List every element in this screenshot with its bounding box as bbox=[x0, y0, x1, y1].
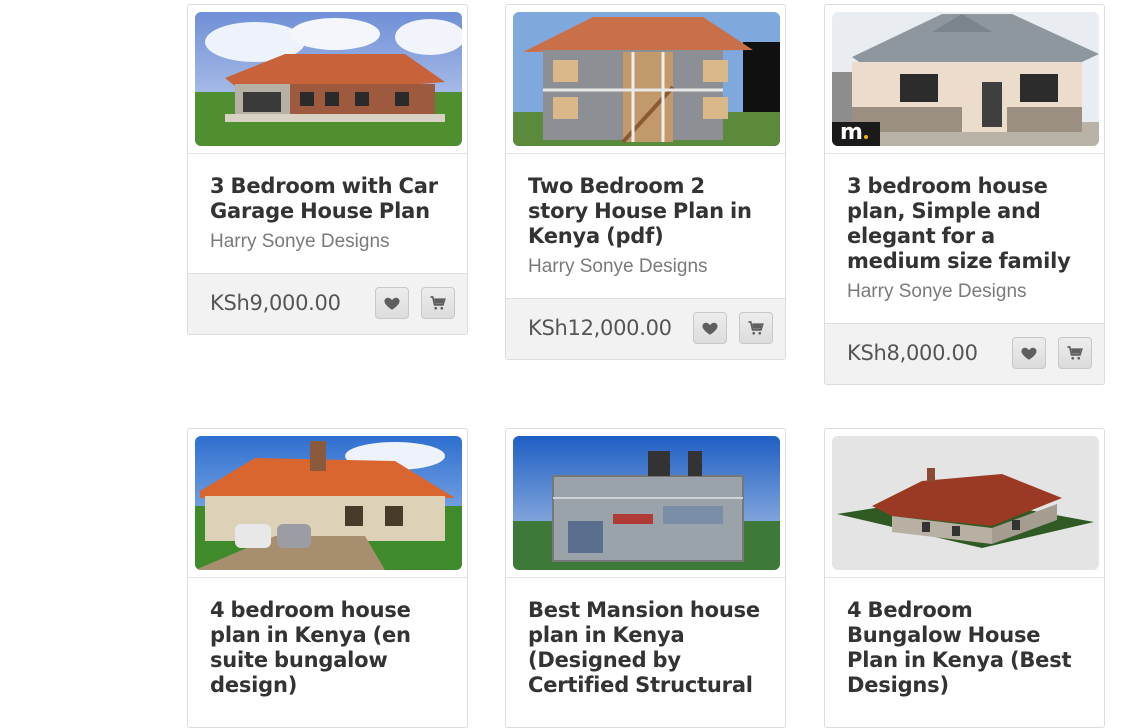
product-image[interactable] bbox=[832, 436, 1099, 570]
product-card[interactable]: 3 Bedroom with Car Garage House Plan Har… bbox=[187, 4, 468, 335]
product-footer: KSh9,000.00 bbox=[188, 273, 467, 334]
product-card[interactable]: Best Mansion house plan in Kenya (Design… bbox=[505, 428, 786, 728]
product-info: 3 Bedroom with Car Garage House Plan Har… bbox=[188, 154, 467, 273]
product-title[interactable]: 4 Bedroom Bungalow House Plan in Kenya (… bbox=[847, 598, 1082, 698]
product-title[interactable]: 3 Bedroom with Car Garage House Plan bbox=[210, 174, 445, 224]
product-image-wrap bbox=[506, 5, 785, 154]
add-to-cart-button[interactable] bbox=[1058, 337, 1092, 369]
cart-icon bbox=[430, 296, 446, 310]
product-card[interactable]: 4 Bedroom Bungalow House Plan in Kenya (… bbox=[824, 428, 1105, 728]
product-image[interactable] bbox=[513, 12, 780, 146]
product-vendor: Harry Sonye Designs bbox=[528, 256, 708, 277]
wishlist-button[interactable] bbox=[375, 287, 409, 319]
brand-badge-dot bbox=[863, 135, 868, 139]
product-image-wrap bbox=[188, 429, 467, 578]
product-vendor: Harry Sonye Designs bbox=[847, 281, 1027, 302]
heart-icon bbox=[702, 322, 718, 335]
cart-icon bbox=[1067, 346, 1083, 360]
add-to-cart-button[interactable] bbox=[421, 287, 455, 319]
product-price: KSh12,000.00 bbox=[528, 316, 672, 340]
add-to-cart-button[interactable] bbox=[739, 312, 773, 344]
product-title[interactable]: Two Bedroom 2 story House Plan in Kenya … bbox=[528, 174, 763, 249]
product-footer: KSh12,000.00 bbox=[506, 298, 785, 359]
product-footer: KSh8,000.00 bbox=[825, 323, 1104, 384]
product-card[interactable]: Two Bedroom 2 story House Plan in Kenya … bbox=[505, 4, 786, 360]
brand-badge-text: m bbox=[840, 120, 863, 145]
brand-badge: m bbox=[832, 122, 880, 146]
product-image[interactable] bbox=[195, 436, 462, 570]
product-price: KSh8,000.00 bbox=[847, 341, 978, 365]
product-image[interactable] bbox=[195, 12, 462, 146]
product-info: 3 bedroom house plan, Simple and elegant… bbox=[825, 154, 1104, 323]
product-info: 4 bedroom house plan in Kenya (en suite … bbox=[188, 578, 467, 718]
product-image-wrap: m bbox=[825, 5, 1104, 154]
heart-icon bbox=[384, 297, 400, 310]
wishlist-button[interactable] bbox=[693, 312, 727, 344]
product-title[interactable]: 3 bedroom house plan, Simple and elegant… bbox=[847, 174, 1082, 274]
product-title[interactable]: 4 bedroom house plan in Kenya (en suite … bbox=[210, 598, 445, 698]
product-price: KSh9,000.00 bbox=[210, 291, 341, 315]
wishlist-button[interactable] bbox=[1012, 337, 1046, 369]
product-image[interactable] bbox=[513, 436, 780, 570]
product-image[interactable]: m bbox=[832, 12, 1099, 146]
product-info: Best Mansion house plan in Kenya (Design… bbox=[506, 578, 785, 718]
product-card[interactable]: m 3 bedroom house plan, Simple and elega… bbox=[824, 4, 1105, 385]
product-card[interactable]: 4 bedroom house plan in Kenya (en suite … bbox=[187, 428, 468, 728]
product-title[interactable]: Best Mansion house plan in Kenya (Design… bbox=[528, 598, 763, 698]
product-image-wrap bbox=[506, 429, 785, 578]
cart-icon bbox=[748, 321, 764, 335]
product-info: 4 Bedroom Bungalow House Plan in Kenya (… bbox=[825, 578, 1104, 718]
product-image-wrap bbox=[825, 429, 1104, 578]
heart-icon bbox=[1021, 347, 1037, 360]
product-vendor: Harry Sonye Designs bbox=[210, 231, 390, 252]
product-info: Two Bedroom 2 story House Plan in Kenya … bbox=[506, 154, 785, 298]
product-image-wrap bbox=[188, 5, 467, 154]
